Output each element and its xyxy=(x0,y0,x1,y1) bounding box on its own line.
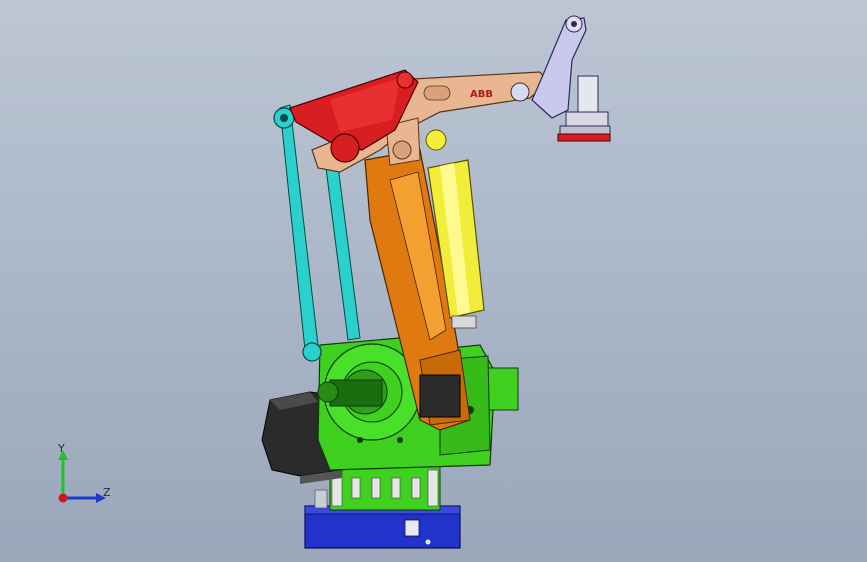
robot-tool-flange[interactable] xyxy=(557,111,611,142)
robot-parallel-link-front[interactable] xyxy=(273,104,322,362)
z-axis-label: Z xyxy=(103,486,111,499)
origin-point-icon xyxy=(58,493,68,503)
y-axis-label: Y xyxy=(57,442,65,455)
robot-wrist[interactable] xyxy=(531,15,599,119)
abb-logo: ABB xyxy=(470,89,493,100)
robot-parallel-link-rear[interactable] xyxy=(325,165,361,341)
coordinate-triad: Y Z xyxy=(57,442,111,503)
robot-base-turntable[interactable] xyxy=(329,465,441,511)
3d-viewport[interactable]: ABB xyxy=(0,0,867,562)
